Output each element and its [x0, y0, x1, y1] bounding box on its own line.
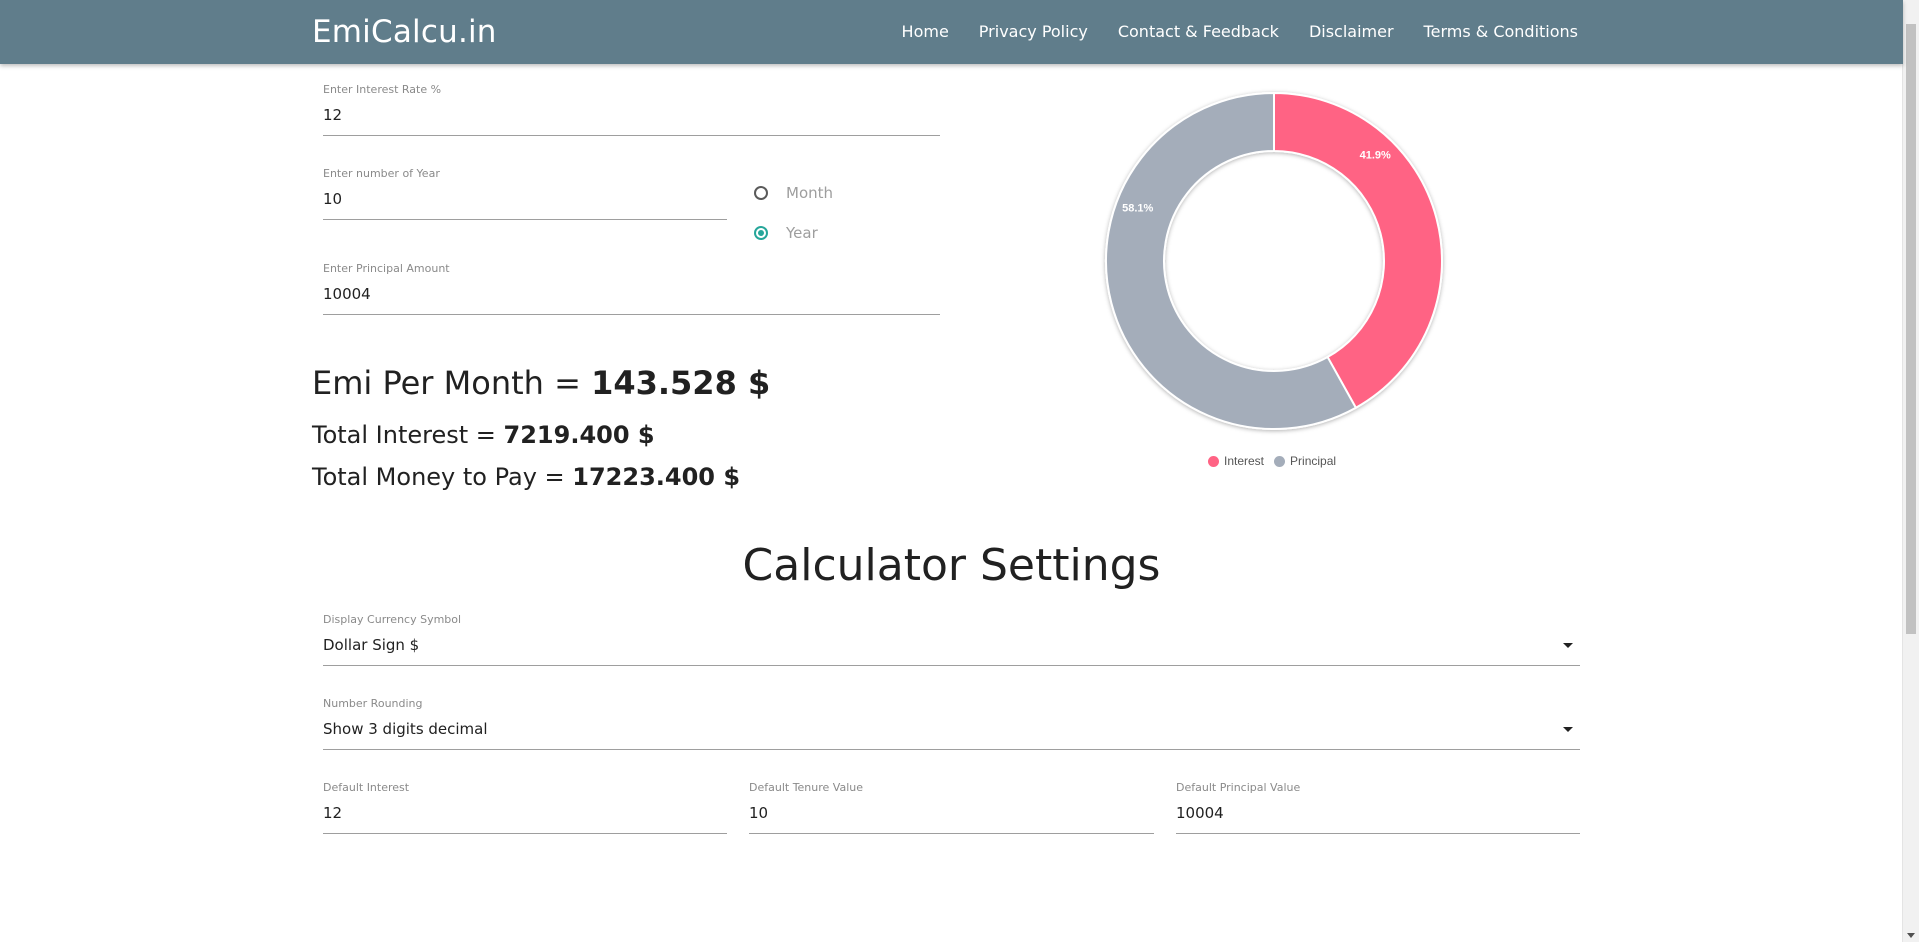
total-money-value: 17223.400 $ [572, 463, 741, 491]
emi-label: Emi Per Month = [312, 364, 592, 402]
radio-year-label: Year [786, 224, 818, 242]
nav-link-contact-feedback[interactable]: Contact & Feedback [1103, 0, 1294, 64]
scroll-down-arrow-icon[interactable] [1907, 933, 1915, 938]
rounding-select[interactable]: Show 3 digits decimal [323, 712, 1580, 750]
slice-label-interest: 41.9% [1360, 150, 1391, 162]
total-interest-value: 7219.400 $ [503, 421, 655, 449]
currency-select[interactable]: Dollar Sign $ [323, 628, 1580, 666]
radio-year[interactable]: Year [754, 224, 818, 242]
radio-month-label: Month [786, 184, 834, 202]
settings-title: Calculator Settings [742, 540, 1161, 591]
default-tenure-label: Default Tenure Value [749, 781, 864, 794]
currency-label: Display Currency Symbol [323, 613, 462, 626]
emi-result: Emi Per Month = 143.528 $ [312, 364, 770, 402]
rounding-label: Number Rounding [323, 697, 423, 710]
default-tenure-field: Default Tenure Value [749, 781, 1154, 834]
radio-month[interactable]: Month [754, 184, 833, 202]
radio-month-circle[interactable] [754, 186, 768, 200]
radio-year-circle[interactable] [754, 226, 768, 240]
nav-links: Home Privacy Policy Contact & Feedback D… [887, 0, 1578, 64]
total-money-label: Total Money to Pay = [312, 463, 573, 491]
caret-down-icon [1563, 727, 1573, 732]
nav-link-home[interactable]: Home [887, 0, 964, 64]
page: EmiCalcu.in Home Privacy Policy Contact … [0, 0, 1919, 942]
currency-selected-value: Dollar Sign $ [323, 636, 420, 654]
default-principal-field: Default Principal Value [1176, 781, 1580, 834]
slice-label-principal: 58.1% [1122, 203, 1153, 215]
default-interest-field: Default Interest [323, 781, 727, 834]
total-money-result: Total Money to Pay = 17223.400 $ [312, 463, 740, 491]
interest-rate-field: Enter Interest Rate % [323, 83, 940, 136]
nav-link-privacy-policy[interactable]: Privacy Policy [964, 0, 1103, 64]
caret-down-icon [1563, 643, 1573, 648]
tenure-input[interactable] [323, 182, 727, 220]
slice-interest[interactable] [1273, 91, 1443, 410]
principal-label: Enter Principal Amount [323, 262, 450, 275]
chart-legend: Interest Principal [1208, 454, 1346, 468]
tenure-label: Enter number of Year [323, 167, 440, 180]
currency-select-field: Display Currency Symbol Dollar Sign $ [323, 613, 1580, 666]
legend-dot-principal [1274, 455, 1286, 467]
default-principal-label: Default Principal Value [1176, 781, 1301, 794]
principal-input[interactable] [323, 277, 940, 315]
total-interest-result: Total Interest = 7219.400 $ [312, 421, 655, 449]
tenure-field: Enter number of Year [323, 167, 727, 220]
chart-container: 41.9% 58.1% [1100, 86, 1450, 476]
interest-rate-input[interactable] [323, 98, 940, 136]
default-tenure-input[interactable] [749, 796, 1154, 834]
default-principal-input[interactable] [1176, 796, 1580, 834]
total-interest-label: Total Interest = [312, 421, 504, 449]
legend-label-interest: Interest [1224, 454, 1265, 468]
legend-item-interest[interactable]: Interest [1208, 454, 1264, 468]
nav-link-terms-conditions[interactable]: Terms & Conditions [1409, 0, 1578, 64]
rounding-select-field: Number Rounding Show 3 digits decimal [323, 697, 1580, 750]
legend-item-principal[interactable]: Principal [1274, 454, 1336, 468]
emi-value: 143.528 $ [591, 364, 771, 402]
navbar: EmiCalcu.in Home Privacy Policy Contact … [0, 0, 1903, 64]
scrollbar-thumb[interactable] [1906, 24, 1916, 634]
donut-chart: 41.9% 58.1% [1105, 91, 1443, 430]
legend-dot-interest [1208, 455, 1219, 467]
interest-rate-label: Enter Interest Rate % [323, 83, 442, 96]
nav-link-disclaimer[interactable]: Disclaimer [1294, 0, 1409, 64]
legend-label-principal: Principal [1290, 454, 1337, 468]
default-interest-input[interactable] [323, 796, 727, 834]
brand-logo[interactable]: EmiCalcu.in [312, 14, 497, 50]
rounding-selected-value: Show 3 digits decimal [323, 720, 488, 738]
default-interest-label: Default Interest [323, 781, 410, 794]
principal-field: Enter Principal Amount [323, 262, 940, 315]
page-scrollbar[interactable] [1902, 0, 1919, 942]
